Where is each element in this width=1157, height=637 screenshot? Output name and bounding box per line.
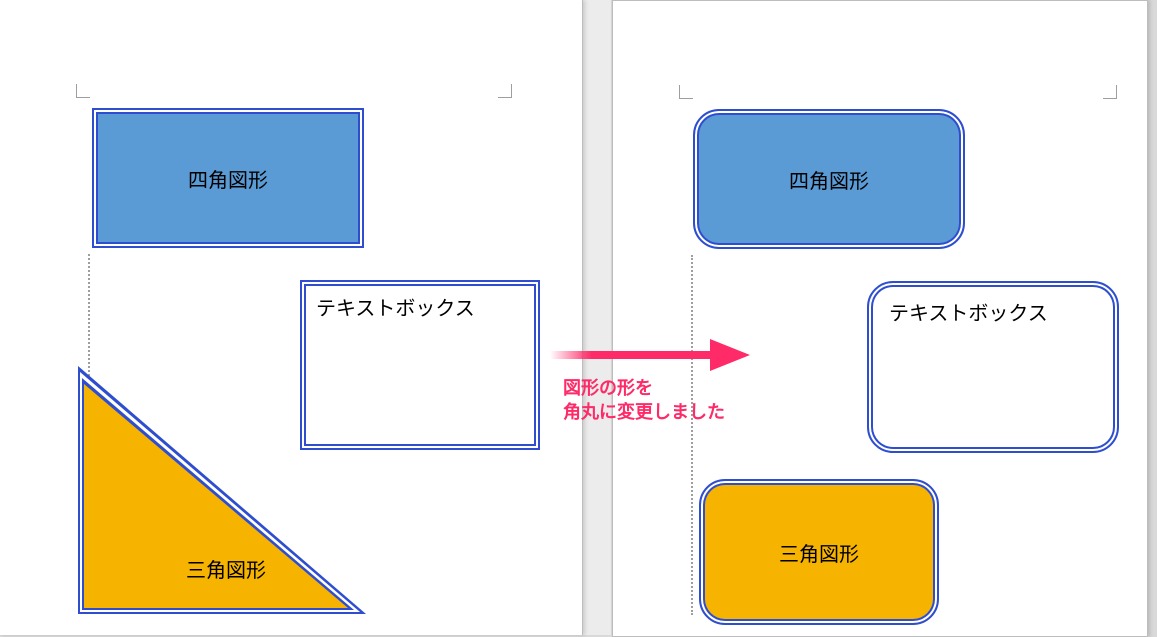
textbox-shape-label: テキストボックス <box>889 297 1048 326</box>
rectangle-shape[interactable]: 四角図形 <box>92 108 364 248</box>
triangle-shape[interactable]: 三角図形 <box>76 364 368 616</box>
rectangle-shape-rounded[interactable]: 四角図形 <box>693 109 965 249</box>
margin-mark-top-right-icon <box>498 84 512 98</box>
rectangle-shape-label: 四角図形 <box>188 164 268 193</box>
margin-mark-top-right-icon <box>1103 85 1117 99</box>
triangle-shape-label: 三角図形 <box>186 554 266 583</box>
textbox-shape-rounded[interactable]: テキストボックス <box>867 281 1119 453</box>
margin-mark-top-left-icon <box>679 85 693 99</box>
margin-mark-top-left-icon <box>76 84 90 98</box>
annotation-caption: 図形の形を 角丸に変更しました <box>563 376 725 425</box>
page-before: 四角図形 テキストボックス 三角図形 <box>0 0 583 635</box>
anchor-dots-icon <box>691 255 695 615</box>
page-after: 四角図形 テキストボックス 三角図形 <box>612 0 1148 637</box>
triangle-shape-rounded[interactable]: 三角図形 <box>699 479 939 625</box>
triangle-shape-label: 三角図形 <box>779 538 859 567</box>
rectangle-shape-label: 四角図形 <box>789 165 869 194</box>
textbox-shape-label: テキストボックス <box>316 292 475 321</box>
